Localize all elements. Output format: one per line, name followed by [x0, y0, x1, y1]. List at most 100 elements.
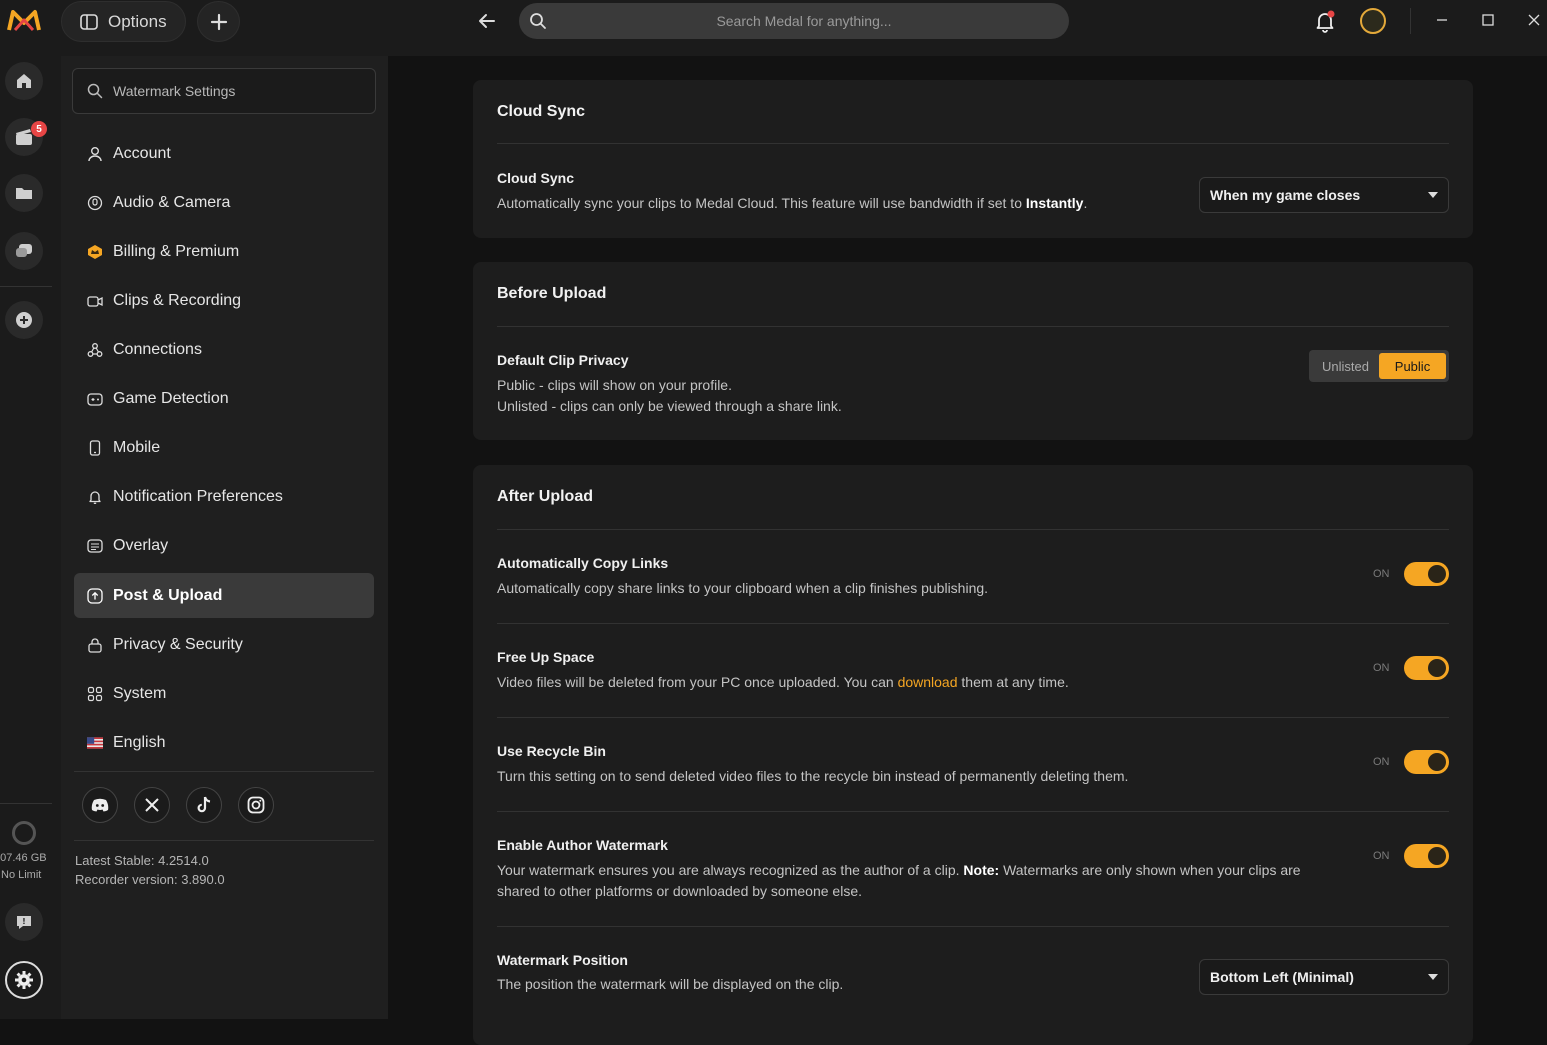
global-search-input[interactable]: [559, 3, 1049, 39]
setting-divider: [497, 811, 1449, 812]
medal-logo[interactable]: [6, 8, 42, 34]
sidebar-divider-bottom: [74, 840, 374, 841]
section-divider: [497, 326, 1449, 327]
setting-title: Default Clip Privacy: [497, 352, 629, 368]
setting-description: Video files will be deleted from your PC…: [497, 674, 1069, 690]
sidebar-item-language[interactable]: English: [74, 720, 374, 765]
tiktok-icon: [197, 796, 211, 813]
section-divider: [497, 143, 1449, 144]
watermark-position-dropdown[interactable]: Bottom Left (Minimal): [1199, 959, 1449, 995]
sidebar-item-mobile[interactable]: Mobile: [74, 425, 374, 470]
discord-link[interactable]: [82, 787, 118, 823]
dropdown-value: When my game closes: [1210, 187, 1361, 203]
sidebar-item-label: Post & Upload: [113, 586, 223, 604]
toggle-knob: [1428, 753, 1446, 771]
chat-icon: [16, 244, 32, 257]
minimize-icon[interactable]: [1434, 12, 1450, 28]
caret-down-icon: [1428, 192, 1438, 198]
instagram-link[interactable]: [238, 787, 274, 823]
game-icon: [87, 392, 103, 406]
lock-icon: [88, 637, 102, 653]
clip-privacy-selector: Unlisted Public: [1309, 350, 1449, 382]
camera-icon: [87, 295, 103, 307]
toggle-state-label: ON: [1373, 568, 1390, 580]
desc-line-public: Public - clips will show on your profile…: [497, 377, 732, 393]
setting-title: Automatically Copy Links: [497, 555, 669, 571]
toggle-knob: [1428, 847, 1446, 865]
section-divider: [497, 529, 1449, 530]
chat-button[interactable]: [5, 232, 43, 270]
user-avatar[interactable]: [1360, 8, 1386, 34]
copy-links-toggle[interactable]: [1404, 562, 1449, 586]
storage-size: 307.46 GB: [0, 852, 47, 864]
sidebar-item-system[interactable]: System: [74, 671, 374, 716]
sidebar-item-billing-premium[interactable]: Billing & Premium: [74, 229, 374, 274]
sidebar-item-notification-preferences[interactable]: Notification Preferences: [74, 474, 374, 519]
privacy-option-unlisted[interactable]: Unlisted: [1312, 353, 1379, 379]
sidebar-item-label: Privacy & Security: [113, 635, 243, 653]
add-button[interactable]: [197, 1, 240, 42]
storage-ring: [12, 821, 36, 845]
sidebar-item-account[interactable]: Account: [74, 131, 374, 176]
setting-title: Free Up Space: [497, 649, 595, 665]
mobile-icon: [89, 439, 101, 456]
clips-count-badge: 5: [31, 121, 47, 137]
grid-icon: [87, 686, 103, 701]
plus-circle-icon: [16, 312, 32, 328]
maximize-icon[interactable]: [1480, 12, 1496, 28]
gear-icon: [15, 971, 33, 989]
folder-button[interactable]: [5, 174, 43, 212]
cloud-sync-card: Cloud Sync Cloud Sync Automatically sync…: [473, 80, 1473, 238]
sidebar-item-audio-camera[interactable]: Audio & Camera: [74, 180, 374, 225]
download-link[interactable]: download: [898, 674, 958, 690]
search-icon: [530, 13, 546, 29]
toggle-state-label: ON: [1373, 756, 1390, 768]
sidebar-item-clips-recording[interactable]: Clips & Recording: [74, 278, 374, 323]
global-search: [519, 3, 1069, 39]
toggle-knob: [1428, 659, 1446, 677]
setting-description: Public - clips will show on your profile…: [497, 375, 842, 417]
sidebar-item-privacy-security[interactable]: Privacy & Security: [74, 622, 374, 667]
settings-search: [72, 68, 376, 114]
free-up-space-toggle[interactable]: [1404, 656, 1449, 680]
options-button[interactable]: Options: [61, 1, 186, 42]
section-title: After Upload: [497, 488, 593, 505]
settings-button[interactable]: [5, 961, 43, 999]
sidebar-item-game-detection[interactable]: Game Detection: [74, 376, 374, 421]
us-flag-icon: [87, 736, 103, 749]
recycle-bin-toggle[interactable]: [1404, 750, 1449, 774]
x-link[interactable]: [134, 787, 170, 823]
sidebar-item-label: Mobile: [113, 438, 161, 456]
settings-search-input[interactable]: [113, 69, 363, 113]
setting-divider: [497, 717, 1449, 718]
folder-icon: [16, 188, 32, 199]
sidebar-item-connections[interactable]: Connections: [74, 327, 374, 372]
home-button[interactable]: [5, 62, 43, 100]
section-title: Cloud Sync: [497, 103, 586, 120]
tiktok-link[interactable]: [186, 787, 222, 823]
help-button[interactable]: !: [5, 903, 43, 941]
sidebar-item-label: System: [113, 684, 167, 702]
home-icon: [17, 74, 31, 88]
connections-icon: [87, 342, 103, 357]
notification-bell-icon[interactable]: [1313, 9, 1337, 33]
svg-text:!: !: [22, 917, 26, 926]
close-icon[interactable]: [1526, 12, 1542, 28]
sidebar-item-overlay[interactable]: Overlay: [74, 523, 374, 568]
add-server-button[interactable]: [5, 301, 43, 339]
privacy-option-public[interactable]: Public: [1379, 353, 1446, 379]
cloud-sync-dropdown[interactable]: When my game closes: [1199, 177, 1449, 213]
rail-divider: [0, 286, 52, 287]
back-arrow-icon[interactable]: [476, 10, 498, 32]
storage-limit: No Limit: [1, 869, 42, 881]
settings-sidebar: Account Audio & Camera Billing & Premium…: [61, 56, 388, 1019]
sidebar-divider: [74, 771, 374, 772]
sidebar-item-label: Clips & Recording: [113, 291, 242, 309]
setting-description: Turn this setting on to send deleted vid…: [497, 768, 1129, 784]
bell-icon: [89, 490, 101, 504]
sidebar-item-label: Notification Preferences: [113, 487, 283, 505]
dropdown-value: Bottom Left (Minimal): [1210, 969, 1354, 985]
author-watermark-toggle[interactable]: [1404, 844, 1449, 868]
sidebar-item-post-upload[interactable]: Post & Upload: [74, 573, 374, 618]
window-controls-divider: [1410, 8, 1411, 34]
